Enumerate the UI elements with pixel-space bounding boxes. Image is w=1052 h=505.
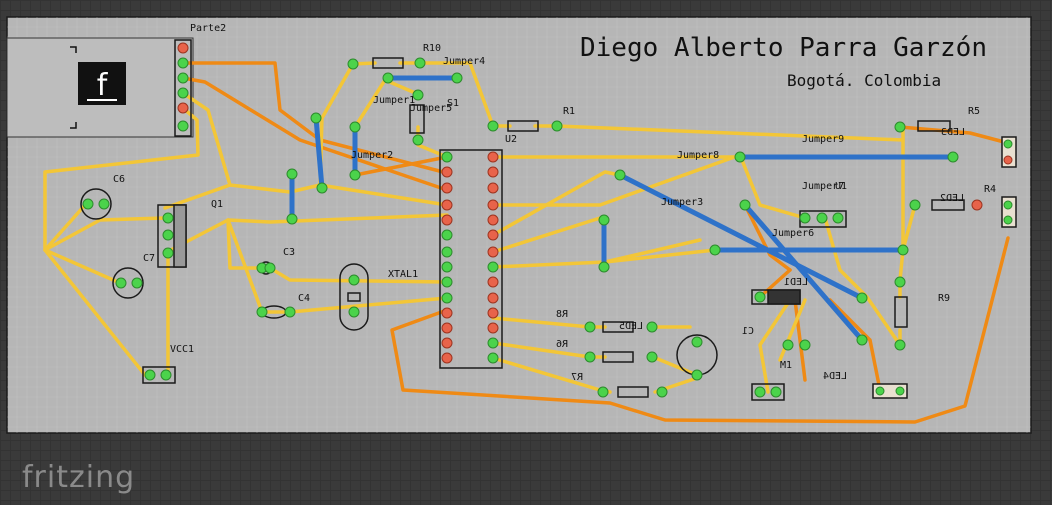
- label-c4: C4: [298, 293, 310, 304]
- svg-text:f: f: [97, 68, 109, 103]
- label-u1: U1: [835, 181, 847, 192]
- label-r8: R8: [556, 309, 568, 320]
- label-r10: R10: [423, 43, 441, 54]
- label-led2: LED2: [940, 193, 964, 204]
- pcb-view[interactable]: f Diego Alberto Parra Garzón Bogotá. Col…: [0, 0, 1052, 505]
- label-r1: R1: [563, 106, 575, 117]
- label-jumper1: Jumper1: [373, 95, 415, 106]
- fritzing-brand-label: fritzing: [22, 460, 136, 495]
- label-vcc1: VCC1: [170, 344, 194, 355]
- label-r5: R5: [968, 106, 980, 117]
- label-jumper3: Jumper3: [661, 197, 703, 208]
- label-c1: C1: [742, 326, 754, 337]
- label-led4: LED4: [823, 371, 847, 382]
- label-jumper9: Jumper9: [802, 134, 844, 145]
- label-jumper6: Jumper6: [772, 228, 814, 239]
- label-q1: Q1: [211, 199, 223, 210]
- label-u2: U2: [505, 134, 517, 145]
- label-led5: LED5: [619, 321, 643, 332]
- label-led1: LED1: [784, 277, 808, 288]
- label-jumper5: Jumper5: [410, 103, 452, 114]
- label-c7: C7: [143, 253, 155, 264]
- label-c3: C3: [283, 247, 295, 258]
- label-r7: R7: [571, 372, 583, 383]
- label-m1: M1: [780, 360, 792, 371]
- board-title: Diego Alberto Parra Garzón: [580, 33, 987, 63]
- label-r6: R6: [556, 339, 568, 350]
- label-xtal1: XTAL1: [388, 269, 418, 280]
- label-jumper2: Jumper2: [351, 150, 393, 161]
- label-led3: LED3: [941, 127, 965, 138]
- label-c6: C6: [113, 174, 125, 185]
- label-jumper4: Jumper4: [443, 56, 485, 67]
- label-parte2: Parte2: [190, 23, 226, 34]
- board-subtitle: Bogotá. Colombia: [787, 71, 941, 90]
- label-jumper8: Jumper8: [677, 150, 719, 161]
- fritzing-logo-icon: f: [78, 62, 126, 105]
- label-r9: R9: [938, 293, 950, 304]
- label-r4: R4: [984, 184, 996, 195]
